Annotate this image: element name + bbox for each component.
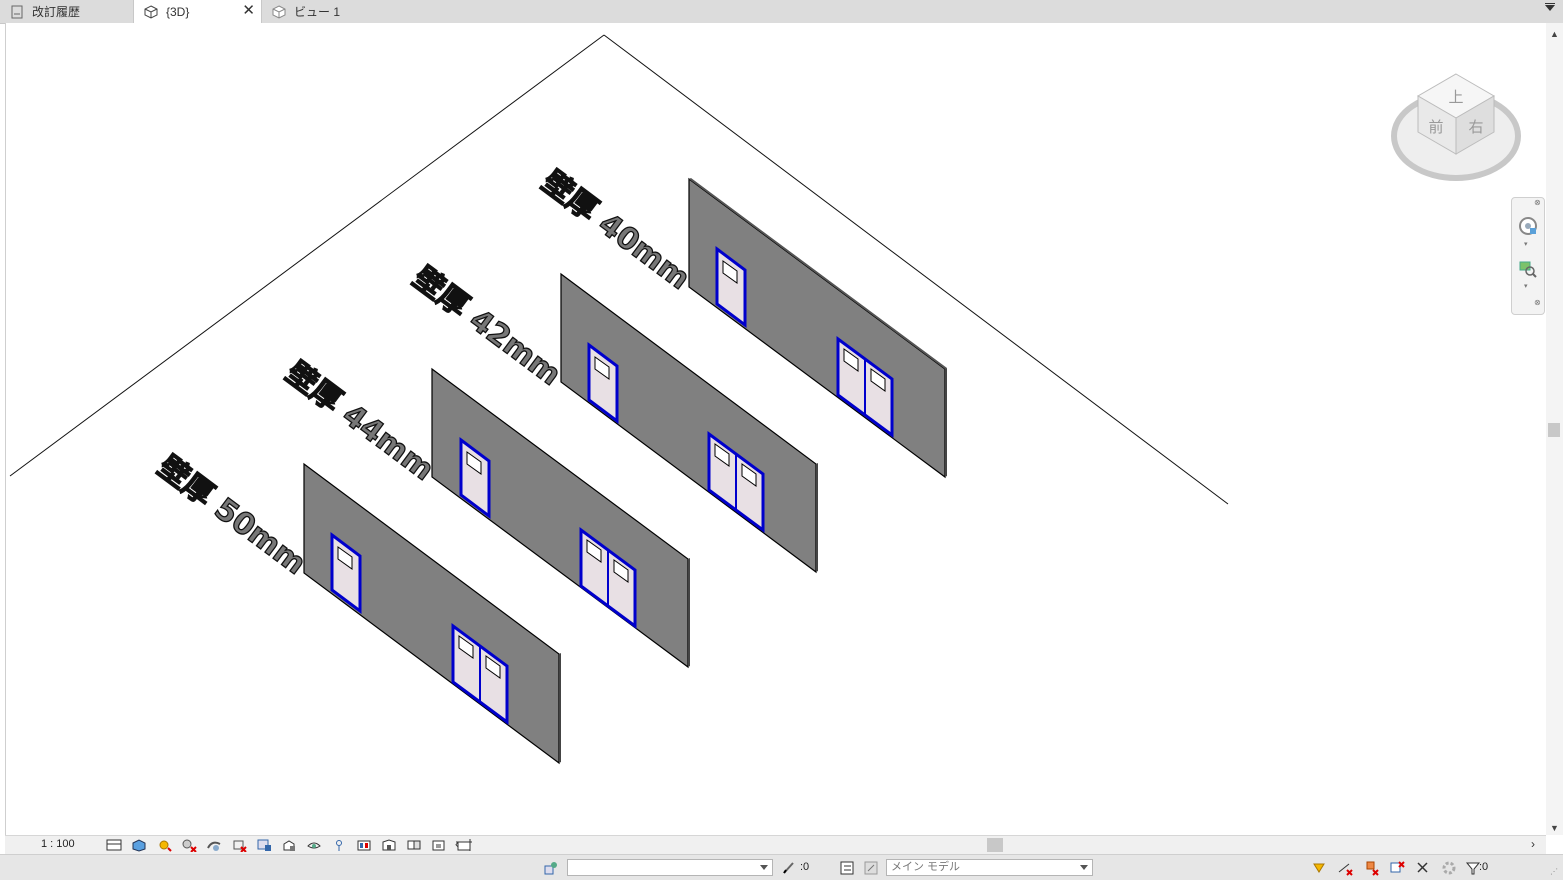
detail-level-icon[interactable]: [101, 836, 126, 854]
drag-elements-icon[interactable]: [1414, 859, 1432, 876]
select-by-face-icon[interactable]: [1388, 859, 1406, 876]
tab-revision-history[interactable]: 改訂履歴: [0, 0, 133, 23]
options-icon[interactable]: ⊗: [1534, 298, 1541, 307]
viewcube[interactable]: 上 前 右: [1390, 70, 1522, 190]
view-control-bar: 1 : 100 ‹ ›: [5, 835, 1546, 854]
viewcube-top-label: 上: [1448, 88, 1463, 106]
chevron-down-icon[interactable]: [1545, 5, 1555, 11]
close-icon[interactable]: ⊗: [1534, 198, 1541, 207]
shadows-icon[interactable]: [176, 836, 201, 854]
scroll-up-icon[interactable]: ▲: [1550, 29, 1559, 39]
chevron-down-icon: [1080, 865, 1088, 870]
status-bar: :0 メイン モデル :0 ⋰: [0, 854, 1563, 880]
model-text-40mm[interactable]: 壁厚 40mm: [535, 164, 697, 298]
worksets-icon[interactable]: [542, 859, 560, 876]
pick-design-option-icon[interactable]: [862, 859, 880, 876]
lock-3d-view-icon[interactable]: [276, 836, 301, 854]
show-crop-region-icon[interactable]: [251, 836, 276, 854]
design-option-select[interactable]: メイン モデル: [886, 859, 1093, 876]
tab-label: ビュー 1: [294, 5, 341, 19]
viewcube-right-label: 右: [1468, 118, 1483, 136]
highlight-displacement-icon[interactable]: [376, 836, 401, 854]
level-line-left: [9, 34, 605, 477]
select-links-icon[interactable]: [1310, 859, 1328, 876]
editable-count: :0: [800, 861, 810, 873]
editable-only-icon[interactable]: [780, 859, 798, 876]
close-icon[interactable]: ✕: [242, 3, 255, 19]
view-tab-bar: 改訂履歴 {3D} ✕ ビュー 1: [0, 0, 1563, 24]
chevron-right-icon[interactable]: ›: [1531, 837, 1535, 851]
select-underlay-icon[interactable]: [1336, 859, 1354, 876]
chevron-down-icon[interactable]: ▾: [1524, 282, 1528, 290]
scroll-down-icon[interactable]: ▼: [1550, 823, 1559, 833]
model-text-44mm[interactable]: 壁厚 44mm: [279, 355, 441, 489]
navigation-bar: ⊗ ▾ ▾ ⊗: [1511, 197, 1545, 315]
design-options-icon[interactable]: [838, 859, 856, 876]
view-scale[interactable]: 1 : 100: [41, 838, 75, 850]
tab-view-1[interactable]: ビュー 1: [262, 0, 382, 23]
tab-label: {3D}: [166, 4, 190, 19]
3d-view-icon: [272, 4, 286, 19]
constraints-icon[interactable]: [401, 836, 426, 854]
zoom-region-icon[interactable]: [1519, 260, 1537, 278]
horizontal-scrollbar[interactable]: ‹ ›: [455, 837, 1541, 852]
resize-grip-icon[interactable]: ⋰: [1550, 867, 1558, 876]
design-option-value: メイン モデル: [891, 861, 961, 873]
sun-path-icon[interactable]: [151, 836, 176, 854]
worksharing-icon[interactable]: [426, 836, 451, 854]
chevron-down-icon: [760, 865, 768, 870]
model-text-50mm[interactable]: 壁厚 50mm: [151, 449, 313, 583]
viewcube-front-label: 前: [1428, 118, 1443, 136]
steering-wheel-icon[interactable]: [1518, 216, 1538, 236]
scroll-thumb[interactable]: [1548, 423, 1560, 437]
chevron-left-icon[interactable]: ‹: [455, 837, 459, 851]
render-icon[interactable]: [201, 836, 226, 854]
model-text-42mm[interactable]: 壁厚 42mm: [406, 260, 568, 394]
tab-label: 改訂履歴: [32, 5, 81, 19]
active-workset-select[interactable]: [567, 859, 773, 876]
background-process-icon[interactable]: [1440, 859, 1458, 876]
reveal-hidden-icon[interactable]: [326, 836, 351, 854]
scroll-thumb[interactable]: [987, 838, 1003, 852]
tab-menu-bar: [1545, 3, 1555, 4]
crop-view-icon[interactable]: [226, 836, 251, 854]
tab-3d[interactable]: {3D} ✕: [133, 0, 262, 23]
model-canvas: 壁厚 50mm 壁厚 44mm 壁厚 42mm 壁厚 40mm: [9, 34, 1229, 765]
temporary-hide-icon[interactable]: [301, 836, 326, 854]
3d-viewport[interactable]: 壁厚 50mm 壁厚 44mm 壁厚 42mm 壁厚 40mm: [5, 23, 1547, 835]
visual-style-icon[interactable]: [126, 836, 151, 854]
3d-view-icon: [144, 4, 158, 19]
sheet-icon: [11, 5, 23, 18]
select-pinned-icon[interactable]: [1362, 859, 1380, 876]
analytical-model-icon[interactable]: [351, 836, 376, 854]
filter-count: :0: [1479, 861, 1489, 873]
vertical-scrollbar[interactable]: ▲ ▼: [1546, 23, 1563, 835]
chevron-down-icon[interactable]: ▾: [1524, 240, 1528, 248]
